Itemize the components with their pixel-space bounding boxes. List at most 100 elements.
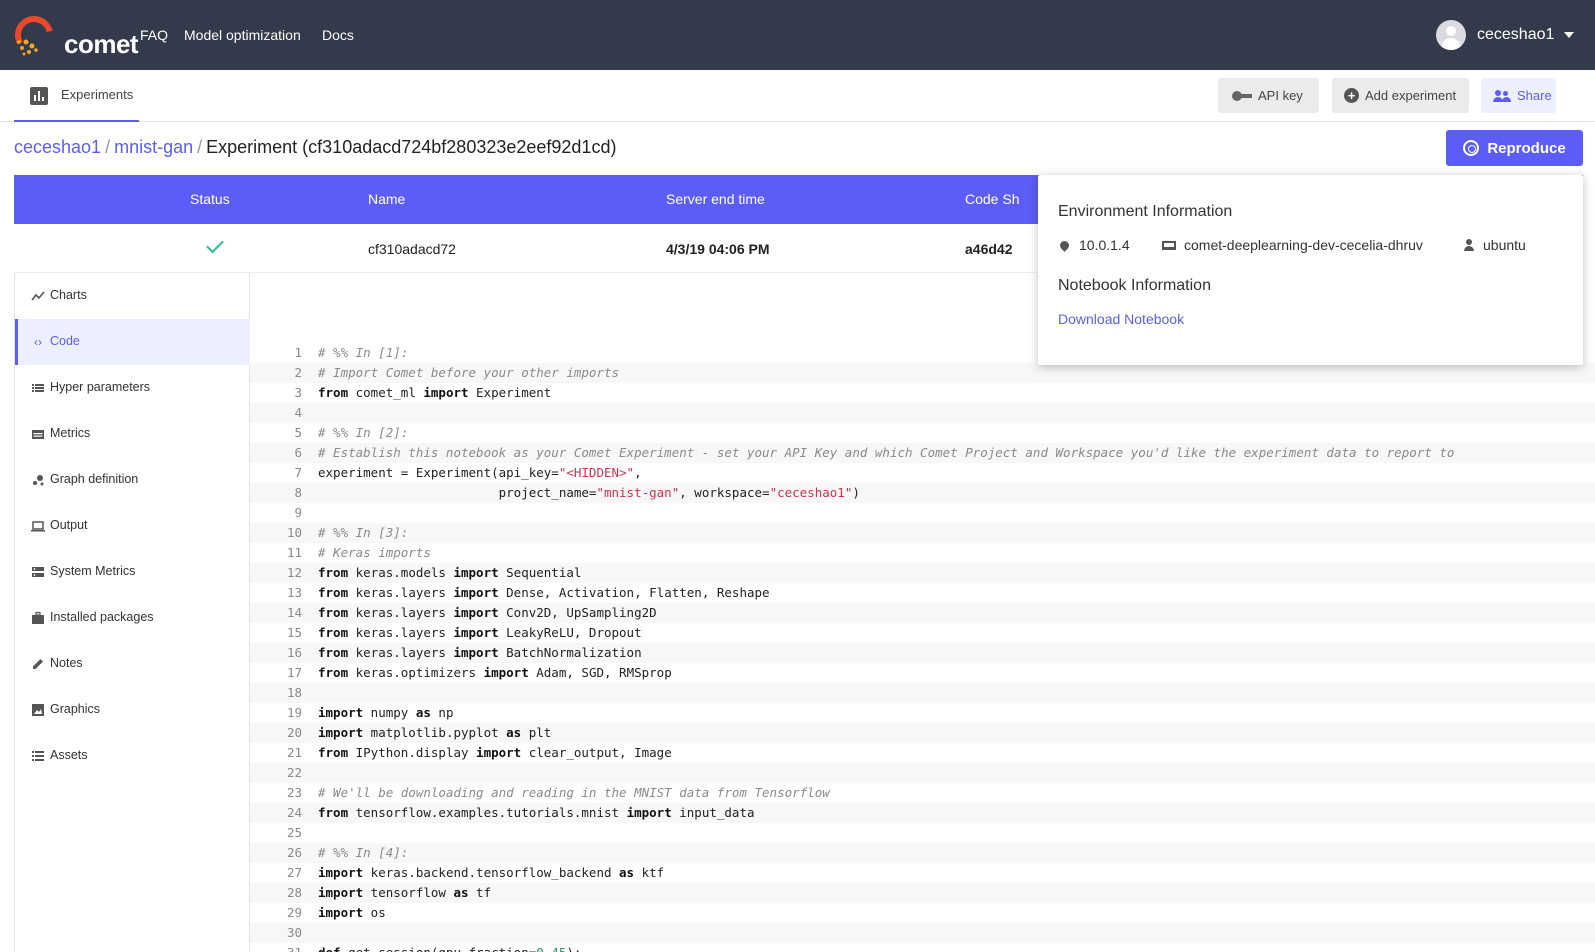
- line-number: 27: [286, 865, 302, 880]
- line-number: 20: [286, 725, 302, 740]
- line-number: 25: [286, 825, 302, 840]
- line-number: 1: [294, 345, 302, 360]
- code-text: from keras.layers import LeakyReLU, Drop…: [318, 625, 642, 640]
- sidebar-item-label: Graphics: [50, 702, 101, 716]
- code-text: # %% In [2]:: [318, 425, 409, 440]
- code-line: 30: [250, 923, 1595, 943]
- download-notebook-link[interactable]: Download Notebook: [1058, 311, 1184, 327]
- code-line: 25: [250, 823, 1595, 843]
- code-line: 21 from IPython.display import clear_outp…: [250, 743, 1595, 763]
- code-line: 6 # Establish this notebook as your Comet…: [250, 443, 1595, 463]
- api-key-label: API key: [1258, 88, 1303, 103]
- environment-title: Environment Information: [1058, 203, 1233, 220]
- line-number: 12: [286, 565, 302, 580]
- code-text: project_name="mnist-gan", workspace="cec…: [318, 485, 860, 500]
- code-line: 27 import keras.backend.tensorflow_backen…: [250, 863, 1595, 883]
- code-text: from keras.layers import BatchNormalizat…: [318, 645, 642, 660]
- briefcase-icon: [31, 611, 45, 625]
- add-circle-icon: +: [1344, 88, 1359, 103]
- sidebar-item-charts[interactable]: Charts: [15, 273, 250, 319]
- code-viewer[interactable]: 1 # %% In [1]: 2 # Import Comet before your…: [250, 343, 1595, 952]
- experiment-sidebar: Charts ‹› Code Hyper parameters Metrics …: [14, 273, 250, 952]
- sidebar-item-hyper-parameters[interactable]: Hyper parameters: [15, 365, 250, 411]
- line-number: 19: [286, 705, 302, 720]
- code-text: # Keras imports: [318, 545, 431, 560]
- column-header-code-sha[interactable]: Code Sh: [965, 191, 1019, 207]
- line-number: 7: [294, 465, 302, 480]
- sidebar-item-notes[interactable]: Notes: [15, 641, 250, 687]
- code-line: 14 from keras.layers import Conv2D, UpSam…: [250, 603, 1595, 623]
- nav-model-optimization[interactable]: Model optimization: [184, 27, 301, 43]
- line-number: 24: [286, 805, 302, 820]
- user-menu-name[interactable]: ceceshao1: [1477, 26, 1554, 44]
- code-line: 22: [250, 763, 1595, 783]
- line-number: 5: [294, 425, 302, 440]
- code-panel[interactable]: 1 # %% In [1]: 2 # Import Comet before your…: [250, 273, 1595, 952]
- line-number: 21: [286, 745, 302, 760]
- avatar[interactable]: [1436, 20, 1466, 50]
- env-user: ubuntu: [1463, 237, 1526, 253]
- sidebar-item-metrics[interactable]: Metrics: [15, 411, 250, 457]
- code-line: 15 from keras.layers import LeakyReLU, Dr…: [250, 623, 1595, 643]
- code-line: 20 import matplotlib.pyplot as plt: [250, 723, 1595, 743]
- line-number: 29: [286, 905, 302, 920]
- comet-logo[interactable]: comet: [12, 12, 139, 59]
- notebook-title: Notebook Information: [1058, 277, 1211, 294]
- add-experiment-button[interactable]: + Add experiment: [1332, 78, 1469, 113]
- sidebar-item-code[interactable]: ‹› Code: [15, 319, 250, 365]
- server-icon: [31, 565, 45, 579]
- line-number: 22: [286, 765, 302, 780]
- code-line: 5 # %% In [2]:: [250, 423, 1595, 443]
- sidebar-item-label: Code: [50, 334, 80, 348]
- line-number: 14: [286, 605, 302, 620]
- sidebar-item-output[interactable]: Output: [15, 503, 250, 549]
- code-line: 2 # Import Comet before your other import…: [250, 363, 1595, 383]
- sidebar-item-label: Output: [50, 518, 88, 532]
- env-ip: 10.0.1.4: [1058, 237, 1130, 253]
- api-key-button[interactable]: API key: [1218, 78, 1319, 113]
- line-number: 30: [286, 925, 302, 940]
- code-line: 17 from keras.optimizers import Adam, SGD…: [250, 663, 1595, 683]
- laptop-icon: [1162, 240, 1176, 250]
- code-text: from keras.layers import Conv2D, UpSampl…: [318, 605, 657, 620]
- breadcrumb-separator: /: [105, 137, 111, 157]
- code-text: # %% In [1]:: [318, 345, 409, 360]
- line-number: 2: [294, 365, 302, 380]
- code-text: # %% In [3]:: [318, 525, 409, 540]
- sidebar-item-system-metrics[interactable]: System Metrics: [15, 549, 250, 595]
- reproduce-label: Reproduce: [1487, 139, 1566, 157]
- sidebar-item-installed-packages[interactable]: Installed packages: [15, 595, 250, 641]
- code-text: # %% In [4]:: [318, 845, 409, 860]
- sidebar-item-graphics[interactable]: Graphics: [15, 687, 250, 733]
- reproduce-button[interactable]: Reproduce: [1446, 130, 1583, 166]
- line-number: 10: [286, 525, 302, 540]
- graph-icon: [31, 473, 45, 487]
- breadcrumb-project[interactable]: mnist-gan: [114, 137, 193, 157]
- line-number: 8: [294, 485, 302, 500]
- sidebar-item-label: System Metrics: [50, 564, 136, 578]
- nav-docs[interactable]: Docs: [322, 27, 354, 43]
- sub-toolbar: Experiments API key + Add experiment Sha…: [0, 70, 1595, 122]
- nav-faq[interactable]: FAQ: [140, 27, 168, 43]
- code-line: 16 from keras.layers import BatchNormaliz…: [250, 643, 1595, 663]
- tab-experiments[interactable]: Experiments: [14, 70, 139, 122]
- code-line: 4: [250, 403, 1595, 423]
- code-text: # We'll be downloading and reading in th…: [318, 785, 830, 800]
- sidebar-item-assets[interactable]: Assets: [15, 733, 250, 779]
- sidebar-item-label: Installed packages: [50, 610, 154, 624]
- line-number: 18: [286, 685, 302, 700]
- chevron-down-icon[interactable]: [1564, 32, 1574, 38]
- image-icon: [31, 703, 45, 717]
- list-icon: [31, 381, 45, 395]
- column-header-server-end-time[interactable]: Server end time: [666, 191, 765, 207]
- column-header-name[interactable]: Name: [368, 191, 405, 207]
- code-line: 31 def get_session(gpu_fraction=0.45):: [250, 943, 1595, 952]
- column-header-status[interactable]: Status: [190, 191, 230, 207]
- breadcrumb-workspace[interactable]: ceceshao1: [14, 137, 101, 157]
- share-button[interactable]: Share: [1481, 78, 1556, 113]
- check-icon: [206, 235, 224, 254]
- sidebar-item-graph-definition[interactable]: Graph definition: [15, 457, 250, 503]
- people-icon: [1493, 89, 1511, 102]
- code-line: 19 import numpy as np: [250, 703, 1595, 723]
- breadcrumb-separator: /: [197, 137, 203, 157]
